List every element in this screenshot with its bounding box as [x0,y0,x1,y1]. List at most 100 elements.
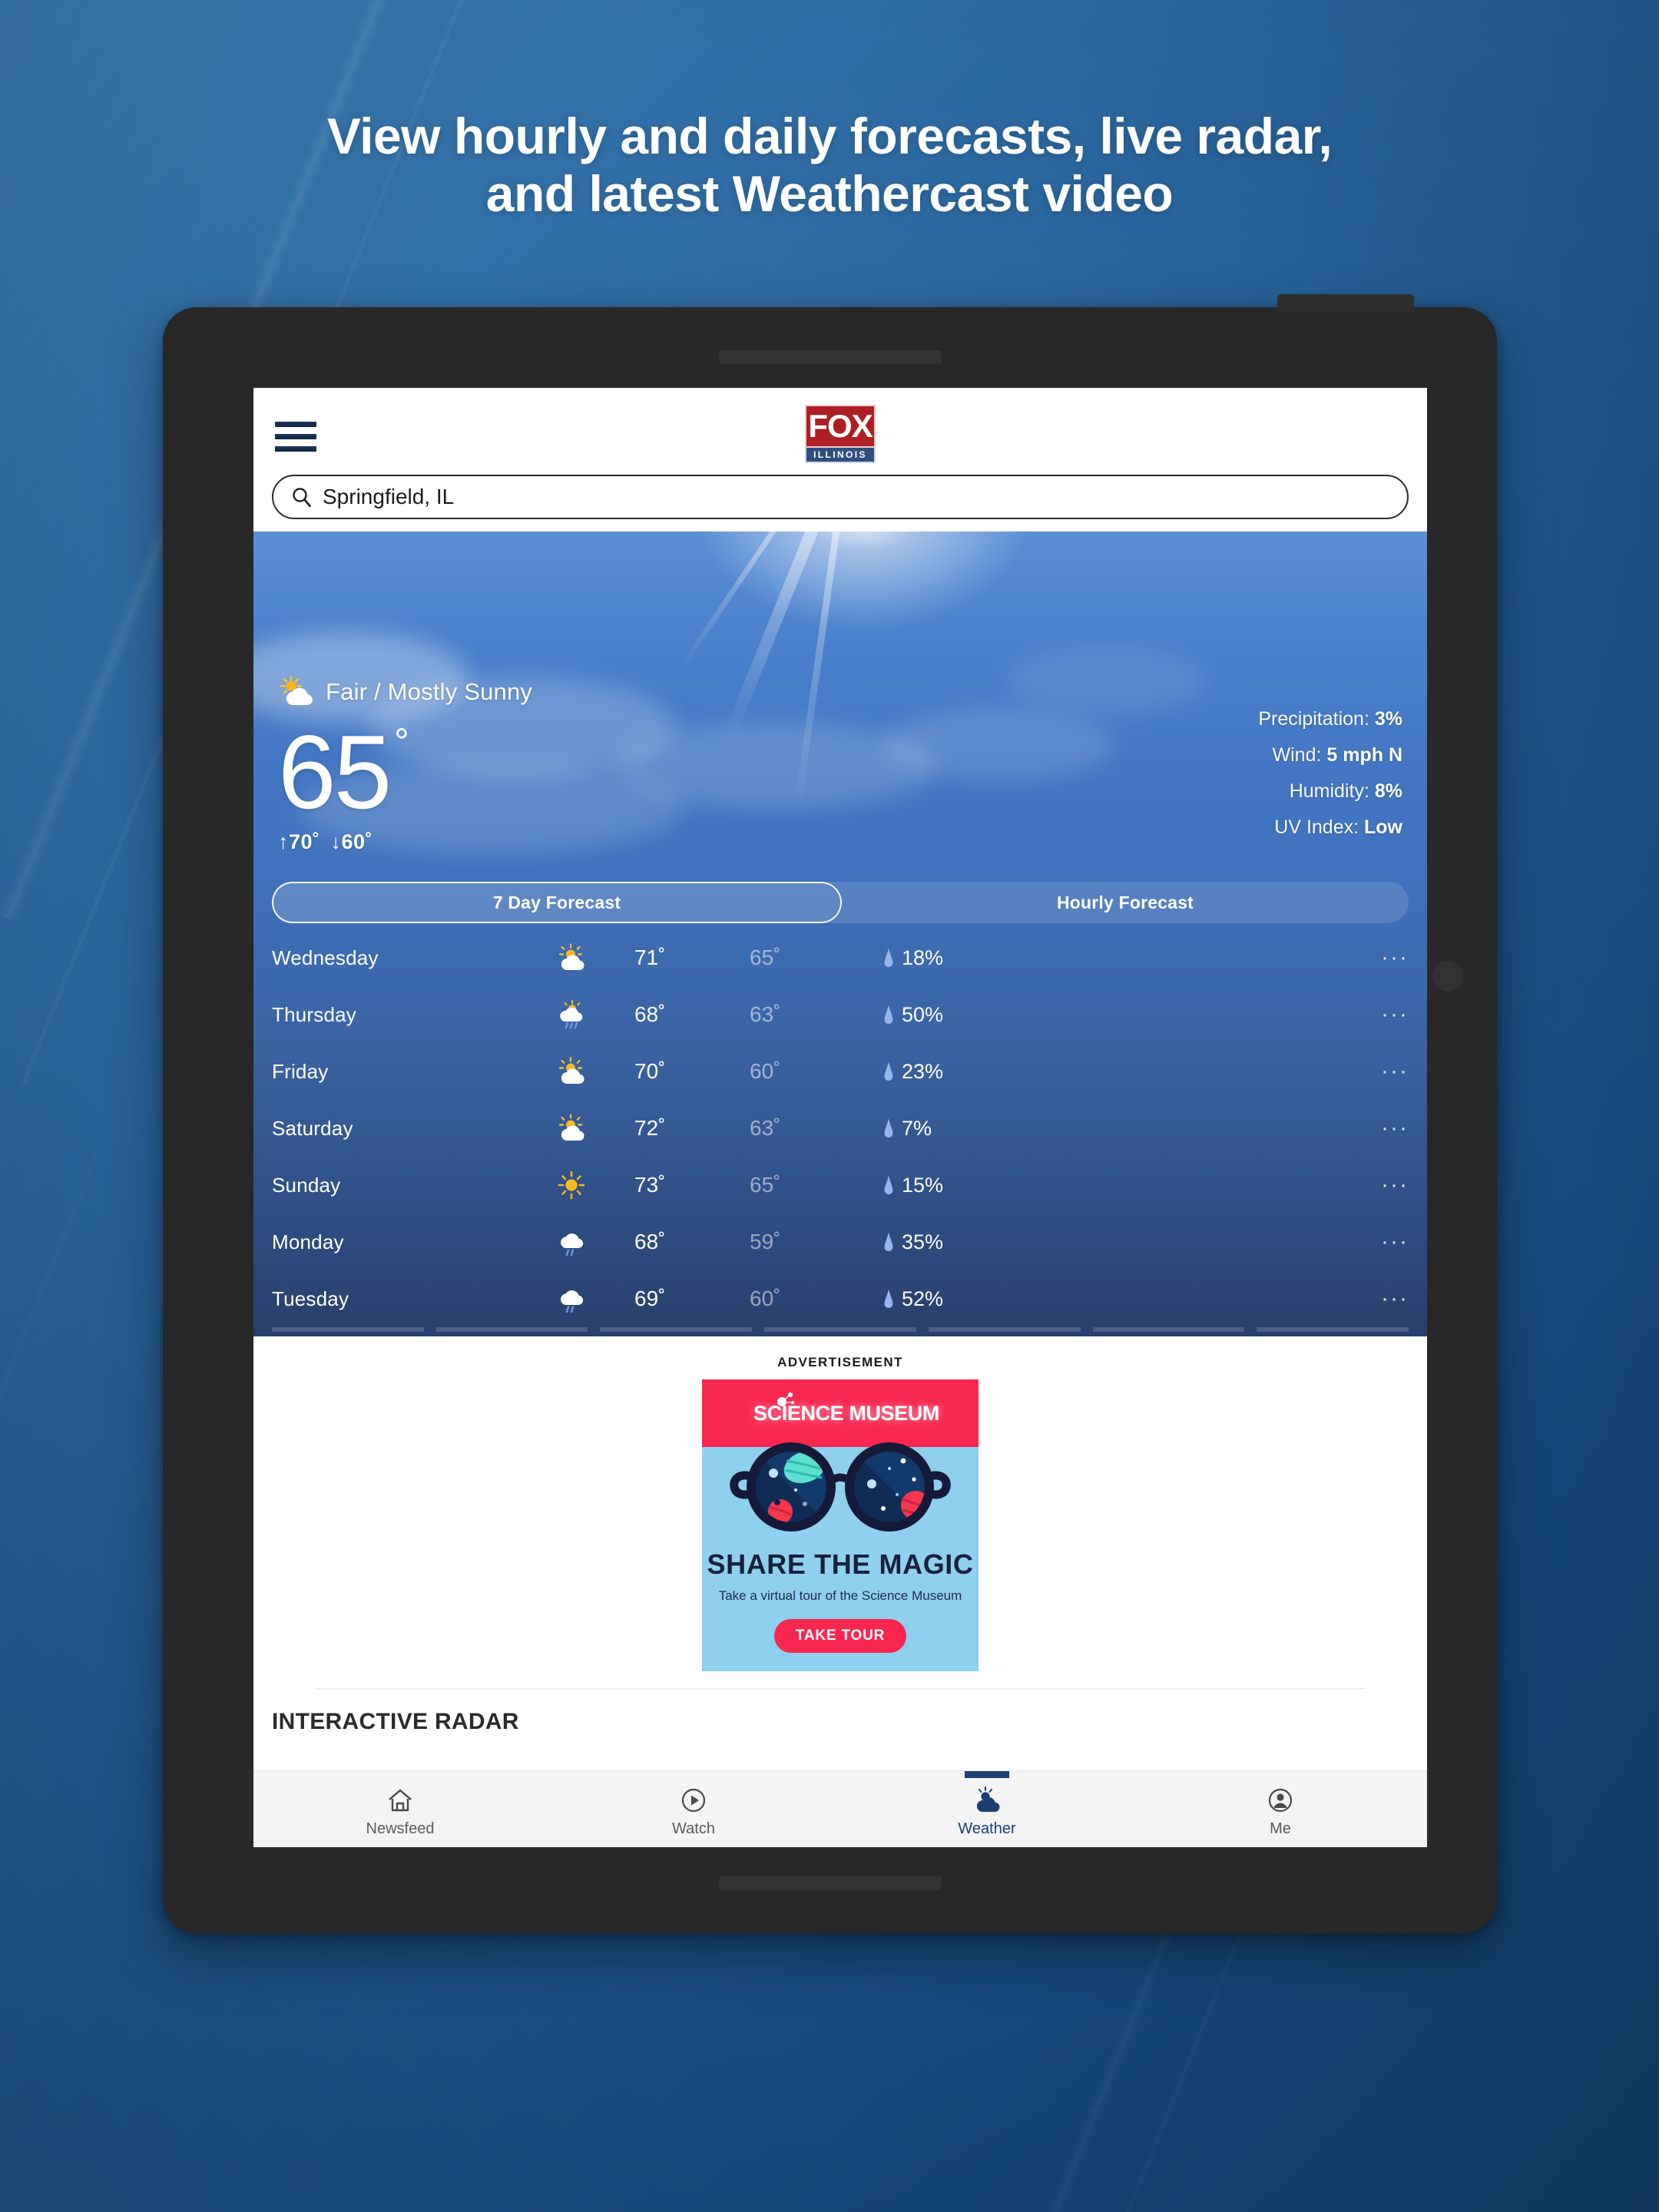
search-section: Springfield, IL [253,475,1427,531]
ellipsis-icon[interactable]: ··· [1363,1287,1409,1310]
raindrop-icon [884,1289,893,1308]
forecast-low: 60˚ [750,1286,781,1310]
stat-key: Wind: [1272,744,1322,766]
tab-7-day-forecast[interactable]: 7 Day Forecast [272,882,842,923]
logo-fox-block: FOX [805,405,876,448]
page-content: ADVERTISEMENT SCIENCE MUSEUM SHARE THE M… [253,1336,1427,1735]
cloud-with-rain-icon [525,1227,618,1257]
forecast-day: Thursday [272,1002,356,1026]
forecast-precipitation: 50% [848,1003,1363,1027]
nav-item-weather[interactable]: Weather [840,1771,1134,1847]
sun-icon [525,1171,618,1200]
forecast-high: 68˚ [634,1002,666,1026]
hamburger-icon[interactable] [275,422,316,452]
stat-value: 5 mph N [1326,744,1402,766]
headline-line-2: and latest Weathercast video [485,165,1174,223]
ellipsis-icon[interactable]: ··· [1363,1117,1409,1140]
forecast-high: 69˚ [634,1286,666,1310]
stat-value: 8% [1374,780,1402,802]
sun-cloud-icon [976,1786,1000,1813]
forecast-low: 63˚ [750,1002,781,1026]
stat-row-humidity: Humidity: 8% [1258,782,1402,801]
forecast-precipitation: 7% [848,1117,1363,1141]
headline-line-1: View hourly and daily forecasts, live ra… [326,108,1333,164]
nav-item-me[interactable]: Me [1134,1771,1427,1847]
forecast-rows: Wednesday 71˚ 65˚ 18% ··· Thursday 68˚ 6… [253,929,1427,1327]
cloud-with-rain-icon [525,1000,618,1029]
cloud-with-rain-icon [525,1284,618,1313]
forecast-precipitation: 18% [848,946,1363,970]
stat-key: Precipitation: [1258,708,1369,730]
sun-behind-cloud-icon [525,943,618,972]
search-input[interactable]: Springfield, IL [272,475,1409,519]
space-glasses-icon [730,1442,951,1532]
table-row[interactable]: Sunday 73˚ 65˚ 15% ··· [253,1157,1427,1214]
forecast-low: 60˚ [750,1059,781,1083]
ellipsis-icon[interactable]: ··· [1363,1060,1409,1083]
ellipsis-icon[interactable]: ··· [1363,1174,1409,1197]
forecast-high: 71˚ [634,945,666,969]
take-tour-button[interactable]: TAKE TOUR [774,1619,906,1653]
stat-row-wind: Wind: 5 mph N [1258,746,1402,765]
current-temperature: 65 [278,714,392,830]
forecast-precipitation: 15% [848,1174,1363,1197]
ellipsis-icon[interactable]: ··· [1363,946,1409,969]
high-low-temps: ↑70˚ ↓60˚ [278,830,409,854]
forecast-day: Monday [272,1230,344,1253]
table-row[interactable]: Thursday 68˚ 63˚ 50% ··· [253,986,1427,1043]
current-conditions-stats: Precipitation: 3% Wind: 5 mph N Humidity… [1258,710,1402,837]
forecast-precipitation: 52% [848,1287,1363,1311]
nav-label: Watch [672,1820,715,1837]
tab-hourly-forecast[interactable]: Hourly Forecast [842,882,1409,923]
precip-value: 18% [902,945,944,969]
logo-illinois-block: ILLINOIS [805,448,876,463]
home-icon [389,1789,412,1812]
current-weather-hero: Fair / Mostly Sunny 65 ° ↑70˚ ↓60˚ Precipi… [253,531,1427,869]
precip-value: 23% [902,1059,944,1083]
interactive-radar-title: INTERACTIVE RADAR [272,1709,519,1734]
logo-primary-text: FOX [808,408,873,444]
sun-behind-cloud-icon [525,1057,618,1086]
advertisement-label: ADVERTISEMENT [777,1355,903,1369]
forecast-day: Sunday [272,1173,341,1197]
active-tab-indicator [965,1771,1009,1778]
precip-value: 52% [902,1286,944,1310]
table-row[interactable]: Monday 68˚ 59˚ 35% ··· [253,1214,1427,1270]
ad-illustration [702,1442,979,1547]
condition-label: Fair / Mostly Sunny [326,678,533,705]
high-temp: ↑70˚ [278,830,320,853]
forecast-day: Wednesday [272,945,379,969]
advertisement-banner[interactable]: SCIENCE MUSEUM SHARE THE MAGIC Take a vi… [702,1379,979,1671]
raindrop-icon [884,1005,893,1024]
table-row[interactable]: Tuesday 69˚ 60˚ 52% ··· [253,1270,1427,1327]
low-temp: ↓60˚ [330,830,373,853]
temperature-degree-symbol: ° [394,722,409,763]
stat-key: UV Index: [1274,816,1359,838]
search-value: Springfield, IL [323,485,455,508]
tablet-side-button [1432,961,1463,992]
tablet-speaker-grille-bottom [718,1876,942,1890]
ellipsis-icon[interactable]: ··· [1363,1003,1409,1026]
stat-row-precipitation: Precipitation: 3% [1258,710,1402,729]
logo-secondary-text: ILLINOIS [813,449,867,460]
stat-row-uv-index: UV Index: Low [1258,818,1402,837]
precip-value: 15% [902,1173,944,1197]
forecast-high: 72˚ [634,1116,666,1140]
panel-bottom-edge [253,1327,1427,1336]
raindrop-icon [884,948,893,967]
nav-item-watch[interactable]: Watch [547,1771,840,1847]
ellipsis-icon[interactable]: ··· [1363,1230,1409,1253]
table-row[interactable]: Friday 70˚ 60˚ 23% ··· [253,1043,1427,1100]
forecast-low: 65˚ [750,945,781,969]
promo-poster: View hourly and daily forecasts, live ra… [0,0,1659,2212]
forecast-low: 63˚ [750,1116,781,1140]
forecast-precipitation: 23% [848,1060,1363,1084]
sun-behind-cloud-icon [280,676,313,706]
raindrop-icon [884,1061,893,1081]
stat-value: 3% [1374,708,1402,730]
forecast-high: 73˚ [634,1173,666,1197]
table-row[interactable]: Saturday 72˚ 63˚ 7% ··· [253,1100,1427,1157]
nav-item-newsfeed[interactable]: Newsfeed [253,1771,547,1847]
table-row[interactable]: Wednesday 71˚ 65˚ 18% ··· [253,929,1427,986]
nav-label: Newsfeed [366,1820,435,1837]
